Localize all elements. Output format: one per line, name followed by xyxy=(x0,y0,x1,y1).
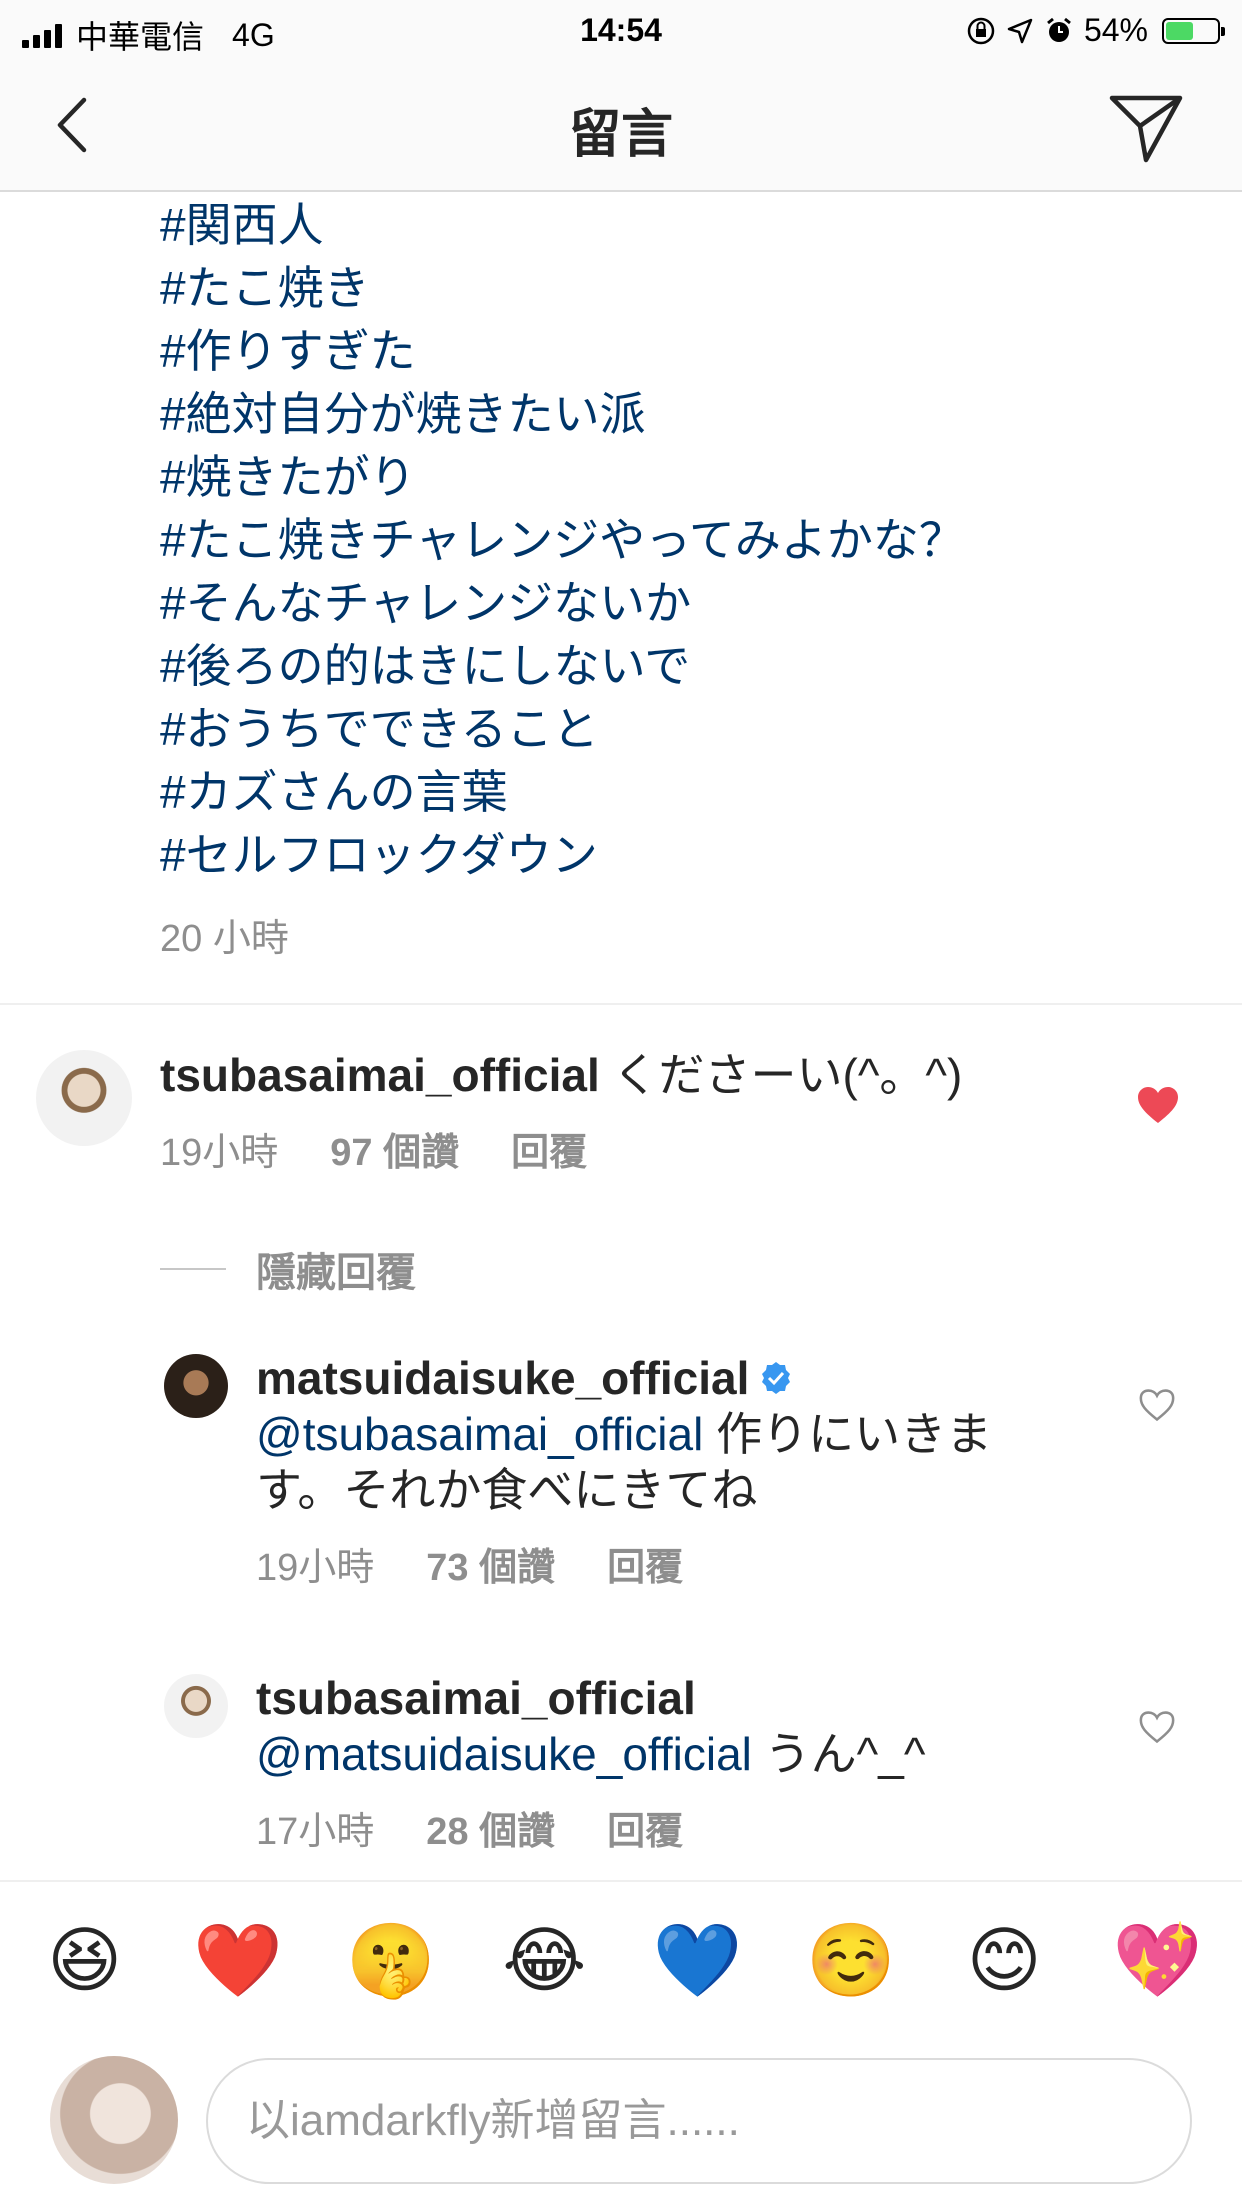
battery-percent: 54% xyxy=(1083,12,1148,48)
reply-button[interactable]: 回覆 xyxy=(607,1536,683,1591)
alarm-icon xyxy=(1047,17,1071,42)
hide-replies-label: 隱藏回覆 xyxy=(256,1251,416,1295)
verified-badge-icon xyxy=(762,1361,791,1394)
reply-comment: matsuidaisuke_official @tsubasaimai_offi… xyxy=(256,1350,1116,1591)
red-heart-emoji-icon[interactable]: ❤️ xyxy=(188,1920,288,2000)
emoji-quick-bar: 😆 ❤️ 🤫 😂 💙 ☺️ 😊 💖 xyxy=(0,1880,1242,2040)
page-title: 留言 xyxy=(568,106,673,164)
hashtag-link[interactable]: #絶対自分が焼きたい派 xyxy=(160,383,965,446)
hashtag-link[interactable]: #作りすぎた xyxy=(160,320,965,383)
comment-body: くださーい(^。^) xyxy=(612,1049,963,1101)
battery-icon xyxy=(1162,17,1225,44)
section-divider xyxy=(0,1003,1242,1005)
hashtag-link[interactable]: #おうちでできること xyxy=(160,698,965,761)
comment: tsubasaimai_official くださーい(^。^) 19小時 97 … xyxy=(160,1047,1120,1176)
grinning-squinting-emoji-icon[interactable]: 😆 xyxy=(35,1920,135,2000)
caption-timestamp: 20 小時 xyxy=(160,918,289,960)
comment-meta: 19小時 73 個讚 回覆 xyxy=(256,1536,1116,1591)
post-caption: #関西人 #たこ焼き #作りすぎた #絶対自分が焼きたい派 #焼きたがり #たこ… xyxy=(160,194,965,962)
hashtag-link[interactable]: #セルフロックダウン xyxy=(160,824,965,887)
reply-comment: tsubasaimai_official @matsuidaisuke_offi… xyxy=(256,1670,1116,1855)
comment-username[interactable]: tsubasaimai_official xyxy=(160,1049,600,1101)
avatar[interactable] xyxy=(164,1354,228,1418)
mention-link[interactable]: @matsuidaisuke_official xyxy=(256,1728,752,1780)
location-icon xyxy=(1007,18,1033,43)
hashtag-link[interactable]: #関西人 xyxy=(160,194,965,257)
comment-username[interactable]: tsubasaimai_official xyxy=(256,1672,696,1724)
sparkling-heart-emoji-icon[interactable]: 💖 xyxy=(1107,1920,1207,2000)
status-bar: 中華電信 4G 14:54 54% xyxy=(0,0,1242,62)
smiling-face-emoji-icon[interactable]: ☺️ xyxy=(801,1920,901,2000)
comment-username[interactable]: matsuidaisuke_official xyxy=(256,1352,749,1404)
hide-replies-toggle[interactable]: 隱藏回覆 xyxy=(160,1240,416,1298)
orientation-lock-icon xyxy=(967,17,995,44)
comment-timestamp: 19小時 xyxy=(160,1132,279,1174)
reply-button[interactable]: 回覆 xyxy=(607,1800,683,1855)
mention-link[interactable]: @tsubasaimai_official xyxy=(256,1408,703,1460)
paper-plane-icon[interactable] xyxy=(1106,90,1186,164)
hashtag-link[interactable]: #焼きたがり xyxy=(160,446,965,509)
hashtag-link[interactable]: #後ろの的はきにしないで xyxy=(160,635,965,698)
likes-count[interactable]: 97 個讚 xyxy=(330,1121,459,1176)
comment-meta: 17小時 28 個讚 回覆 xyxy=(256,1800,1116,1855)
avatar[interactable] xyxy=(164,1674,228,1738)
hashtag-link[interactable]: #たこ焼き xyxy=(160,257,965,320)
comment-body: うん^_^ xyxy=(751,1728,926,1780)
likes-count[interactable]: 73 個讚 xyxy=(426,1536,555,1591)
heart-outline-icon[interactable] xyxy=(1138,1710,1176,1744)
hashtag-link[interactable]: #カズさんの言葉 xyxy=(160,761,965,824)
shushing-face-emoji-icon[interactable]: 🤫 xyxy=(341,1920,441,2000)
comment-timestamp: 19小時 xyxy=(256,1547,375,1589)
comment-text: matsuidaisuke_official @tsubasaimai_offi… xyxy=(256,1350,1116,1518)
comment-text: tsubasaimai_official くださーい(^。^) xyxy=(160,1047,1120,1103)
hashtag-link[interactable]: #そんなチャレンジないか xyxy=(160,572,965,635)
avatar xyxy=(50,2056,178,2184)
comment-input[interactable]: 以iamdarkfly新增留言...... xyxy=(206,2058,1192,2184)
comment-timestamp: 17小時 xyxy=(256,1811,375,1853)
comment-meta: 19小時 97 個讚 回覆 xyxy=(160,1121,1120,1176)
blue-heart-emoji-icon[interactable]: 💙 xyxy=(648,1920,748,2000)
likes-count[interactable]: 28 個讚 xyxy=(426,1800,555,1855)
heart-filled-icon[interactable] xyxy=(1136,1085,1180,1125)
comment-body: 作りにいきま xyxy=(703,1408,993,1460)
hide-replies-line xyxy=(160,1268,226,1270)
comment-input-bar: 以iamdarkfly新增留言...... xyxy=(0,2040,1242,2208)
smiling-eyes-emoji-icon[interactable]: 😊 xyxy=(954,1920,1054,2000)
comment-text: tsubasaimai_official @matsuidaisuke_offi… xyxy=(256,1670,1116,1782)
nav-bar: 留言 xyxy=(0,62,1242,192)
heart-outline-icon[interactable] xyxy=(1138,1388,1176,1422)
comment-body-continued: す。それか食べにきてね xyxy=(256,1464,758,1516)
avatar[interactable] xyxy=(36,1050,132,1146)
tears-of-joy-emoji-icon[interactable]: 😂 xyxy=(494,1920,594,2000)
hashtag-link[interactable]: #たこ焼きチャレンジやってみよかな？ xyxy=(160,509,965,572)
reply-button[interactable]: 回覆 xyxy=(511,1121,587,1176)
